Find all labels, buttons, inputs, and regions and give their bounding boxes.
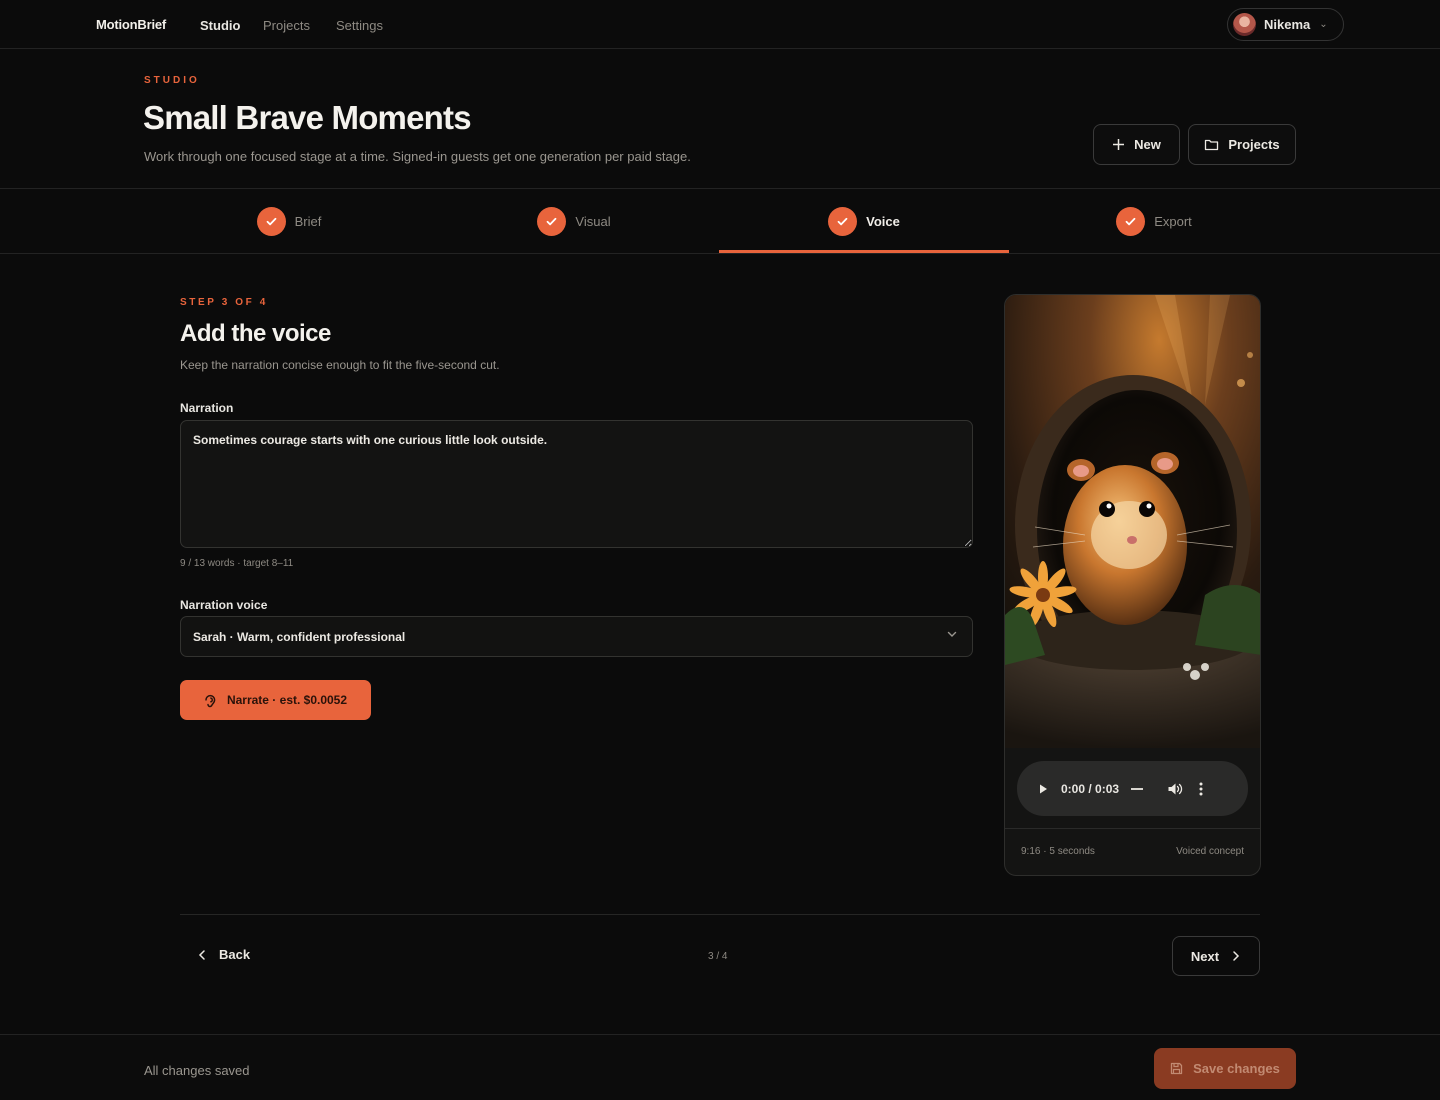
- divider: [1005, 828, 1260, 829]
- folder-icon: [1205, 139, 1219, 151]
- top-nav: MotionBrief Studio Projects Settings Nik…: [0, 0, 1440, 49]
- stage-stepper: Brief Visual Voice Export: [0, 189, 1440, 254]
- step-export[interactable]: Export: [1009, 189, 1299, 254]
- save-bar: All changes saved Save changes: [0, 1034, 1440, 1100]
- word-count: 9 / 13 words · target 8–11: [180, 558, 294, 569]
- active-step-indicator: [719, 250, 1009, 253]
- save-changes-button[interactable]: Save changes: [1154, 1048, 1296, 1089]
- chevron-left-icon: [198, 949, 205, 960]
- user-menu-button[interactable]: Nikema ⌄: [1227, 8, 1344, 41]
- page-title: Small Brave Moments: [143, 99, 472, 136]
- next-button[interactable]: Next: [1172, 936, 1260, 976]
- projects-button[interactable]: Projects: [1188, 124, 1296, 165]
- more-options-icon[interactable]: [1199, 782, 1203, 796]
- brand-logo[interactable]: MotionBrief: [96, 17, 166, 32]
- check-icon: [1116, 207, 1146, 236]
- progress-slider[interactable]: [1131, 787, 1144, 790]
- check-icon: [256, 207, 286, 236]
- narrate-button-label: Narrate · est. $0.0052: [226, 693, 348, 707]
- section-subtitle: Keep the narration concise enough to fit…: [180, 358, 500, 372]
- nav-link-settings[interactable]: Settings: [336, 18, 383, 33]
- page-subtitle: Work through one focused stage at a time…: [144, 149, 691, 164]
- voice-label: Narration voice: [180, 598, 268, 612]
- save-button-label: Save changes: [1193, 1061, 1280, 1076]
- voice-select-value: Sarah · Warm, confident professional: [193, 629, 406, 644]
- plus-icon: [1113, 139, 1125, 150]
- audio-player: 0:00 / 0:03: [1017, 761, 1248, 816]
- narration-label: Narration: [180, 401, 234, 415]
- back-button-label: Back: [219, 947, 251, 962]
- ear-icon: [205, 694, 216, 707]
- nav-link-studio[interactable]: Studio: [200, 18, 240, 33]
- narrate-button[interactable]: Narrate · est. $0.0052: [180, 680, 371, 720]
- voice-select[interactable]: Sarah · Warm, confident professional: [180, 616, 973, 657]
- player-time: 0:00 / 0:03: [1061, 781, 1120, 796]
- next-button-label: Next: [1190, 948, 1220, 964]
- section-title: Add the voice: [180, 320, 331, 347]
- chevron-down-icon: [946, 628, 958, 643]
- chevron-down-icon: ⌄: [1319, 19, 1328, 30]
- step-voice[interactable]: Voice: [719, 189, 1009, 254]
- user-name: Nikema: [1264, 17, 1311, 32]
- step-progress: 3 / 4: [708, 951, 728, 962]
- volume-icon[interactable]: [1167, 782, 1183, 796]
- preview-status: Voiced concept: [1176, 846, 1244, 857]
- preview-image[interactable]: [1005, 295, 1261, 748]
- divider: [180, 914, 1260, 915]
- step-label: Voice: [866, 214, 900, 229]
- check-icon: [828, 207, 858, 236]
- step-visual[interactable]: Visual: [429, 189, 719, 254]
- nav-link-projects[interactable]: Projects: [263, 18, 310, 33]
- step-label: Brief: [294, 214, 322, 229]
- chevron-right-icon: [1233, 951, 1240, 961]
- avatar: [1233, 13, 1256, 36]
- aspect-duration-meta: 9:16 · 5 seconds: [1021, 846, 1095, 857]
- play-icon[interactable]: [1037, 783, 1049, 795]
- new-project-button[interactable]: New: [1093, 124, 1180, 165]
- step-label: Export: [1154, 214, 1192, 229]
- check-icon: [537, 207, 567, 236]
- new-button-label: New: [1134, 137, 1161, 152]
- save-icon: [1170, 1062, 1183, 1075]
- page-eyebrow: STUDIO: [144, 75, 200, 86]
- step-brief[interactable]: Brief: [144, 189, 434, 254]
- back-button[interactable]: Back: [197, 947, 250, 962]
- video-preview-card: 0:00 / 0:03 9:16 · 5 seconds Voiced conc…: [1004, 294, 1261, 876]
- projects-button-label: Projects: [1228, 137, 1280, 152]
- narration-textarea[interactable]: Sometimes courage starts with one curiou…: [180, 420, 973, 548]
- step-label: Visual: [575, 214, 611, 229]
- save-status: All changes saved: [144, 1063, 250, 1078]
- step-counter: STEP 3 OF 4: [180, 297, 268, 308]
